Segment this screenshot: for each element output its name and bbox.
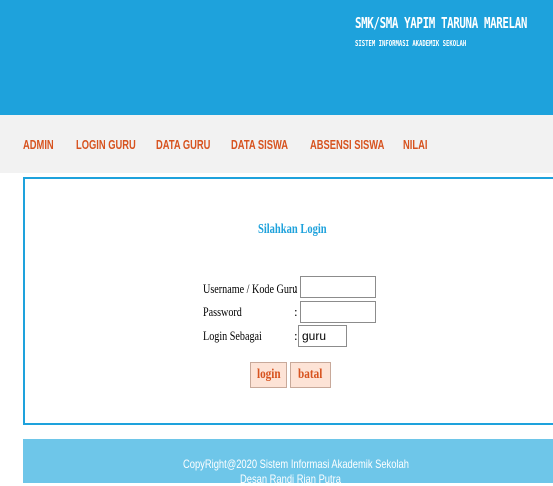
cancel-button[interactable]: batal — [290, 362, 331, 388]
login-panel — [23, 177, 553, 425]
login-button-label: login — [256, 367, 281, 382]
password-label: Password — [203, 304, 242, 319]
login-title: Silahkan Login — [258, 222, 327, 237]
main-nav: ADMIN LOGIN GURU DATA GURU DATA SISWA AB… — [0, 115, 553, 173]
nav-item-absensi-siswa[interactable]: ABSENSI SISWA — [310, 137, 384, 152]
footer-copyright: CopyRight@2020 Sistem Informasi Akademik… — [183, 457, 409, 471]
nav-item-data-siswa[interactable]: DATA SISWA — [231, 137, 288, 152]
site-subtitle: SISTEM INFORMASI AKADEMIK SEKOLAH — [355, 39, 467, 48]
cancel-button-label: batal — [298, 367, 323, 382]
site-header: SMK/SMA YAPIM TARUNA MARELAN SISTEM INFO… — [0, 0, 553, 115]
site-title: SMK/SMA YAPIM TARUNA MARELAN — [355, 14, 527, 32]
password-input[interactable] — [300, 301, 376, 323]
username-colon: : — [294, 280, 298, 295]
username-label: Username / Kode Guru — [203, 281, 298, 296]
nav-item-data-guru[interactable]: DATA GURU — [156, 137, 210, 152]
username-input[interactable] — [300, 276, 376, 298]
footer-credit: Desan Randi Rian Putra — [240, 472, 341, 486]
password-colon: : — [294, 304, 298, 319]
nav-item-login-guru[interactable]: LOGIN GURU — [76, 137, 136, 152]
nav-item-admin[interactable]: ADMIN — [23, 137, 54, 152]
login-button[interactable]: login — [250, 362, 287, 388]
role-input[interactable] — [298, 325, 347, 347]
nav-item-nilai[interactable]: NILAI — [403, 137, 427, 152]
role-label: Login Sebagai — [203, 328, 262, 343]
